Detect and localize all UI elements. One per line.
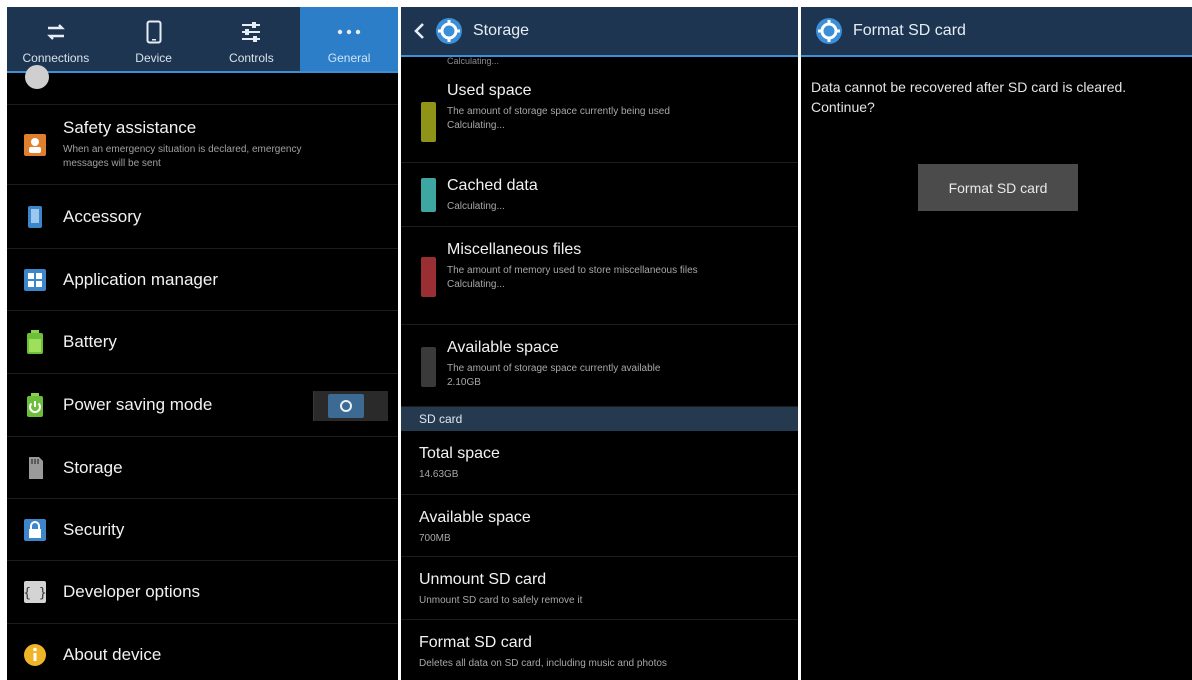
item-subtitle: When an emergency situation is declared,… xyxy=(63,144,302,169)
storage-item-used-space[interactable]: Used space The amount of storage space c… xyxy=(401,68,798,163)
accessory-icon xyxy=(28,205,42,228)
item-title: Accessory xyxy=(63,206,142,226)
settings-item-storage[interactable]: Storage xyxy=(7,437,398,499)
tab-label: Connections xyxy=(22,51,90,65)
item-title: Format SD card xyxy=(419,634,532,651)
safety-assistance-icon xyxy=(24,133,46,156)
tab-label: General xyxy=(327,51,371,65)
settings-item-application-manager[interactable]: Application manager xyxy=(7,249,398,311)
general-settings-list: Safety assistance When an emergency situ… xyxy=(7,65,398,680)
back-chevron-icon xyxy=(414,23,424,39)
item-title: Battery xyxy=(63,332,117,351)
partial-item-icon xyxy=(25,65,49,89)
item-subtitle: The amount of storage space currently be… xyxy=(447,106,670,117)
item-title: Developer options xyxy=(63,582,201,601)
storage-icon xyxy=(29,456,43,479)
item-title: Power saving mode xyxy=(63,395,213,414)
item-value: Calculating... xyxy=(447,120,505,131)
item-title: Miscellaneous files xyxy=(447,241,582,258)
item-value: 2.10GB xyxy=(447,377,481,388)
settings-item-battery[interactable]: Battery xyxy=(7,311,398,374)
item-title: Application manager xyxy=(63,269,218,289)
sd-item-total-space[interactable]: Total space 14.63GB xyxy=(401,431,798,495)
item-title: Available space xyxy=(419,509,531,526)
item-title: Total space xyxy=(419,445,500,462)
controls-sliders-icon xyxy=(240,19,262,45)
item-title: Unmount SD card xyxy=(419,571,547,588)
item-title: Used space xyxy=(447,82,532,99)
developer-options-icon: { } xyxy=(23,581,47,603)
page-title: Format SD card xyxy=(853,22,966,39)
item-value: Unmount SD card to safely remove it xyxy=(419,595,583,606)
security-lock-icon xyxy=(24,518,46,541)
item-value: Calculating... xyxy=(447,279,505,290)
format-header: Format SD card xyxy=(801,7,1192,57)
page-title: Storage xyxy=(473,22,530,39)
storage-item-cached-data[interactable]: Cached data Calculating... xyxy=(401,163,798,227)
format-sd-card-button[interactable]: Format SD card xyxy=(918,164,1078,211)
settings-gear-icon[interactable] xyxy=(815,17,843,45)
misc-files-color-swatch xyxy=(421,257,436,297)
settings-item-safety-assistance[interactable]: Safety assistance When an emergency situ… xyxy=(7,105,398,185)
settings-gear-icon xyxy=(436,18,462,44)
item-title: Storage xyxy=(63,457,123,477)
storage-panel: Storage Calculating... Used space The am… xyxy=(401,7,798,680)
battery-icon xyxy=(27,330,43,354)
item-title: Available space xyxy=(447,339,559,356)
item-value: Deletes all data on SD card, including m… xyxy=(419,658,667,669)
format-warning-message: Data cannot be recovered after SD card i… xyxy=(811,79,1127,115)
storage-header: Storage xyxy=(401,7,798,57)
storage-item-available-space[interactable]: Available space The amount of storage sp… xyxy=(401,325,798,407)
item-title: Cached data xyxy=(447,177,538,194)
storage-item-miscellaneous-files[interactable]: Miscellaneous files The amount of memory… xyxy=(401,227,798,325)
connections-arrows-icon xyxy=(44,19,68,45)
power-saving-icon xyxy=(27,393,43,417)
settings-item-accessory[interactable]: Accessory xyxy=(7,185,398,249)
power-saving-toggle[interactable] xyxy=(313,391,388,421)
item-subtitle: The amount of memory used to store misce… xyxy=(447,265,698,276)
item-subtitle: The amount of storage space currently av… xyxy=(447,363,661,374)
item-value: 14.63GB xyxy=(419,469,459,480)
settings-item-security[interactable]: Security xyxy=(7,499,398,561)
available-space-color-swatch xyxy=(421,347,436,387)
device-phone-icon xyxy=(146,19,162,45)
back-button[interactable] xyxy=(401,17,473,45)
tab-controls[interactable]: Controls xyxy=(203,7,301,71)
settings-general-panel: Connections Device Controls General Safe… xyxy=(7,7,398,680)
svg-text:{ }: { } xyxy=(23,586,46,601)
item-title: Safety assistance xyxy=(63,118,197,137)
cached-data-color-swatch xyxy=(421,178,436,212)
more-dots-icon xyxy=(337,19,361,45)
toggle-knob xyxy=(328,394,364,418)
used-space-color-swatch xyxy=(421,102,436,142)
tab-connections[interactable]: Connections xyxy=(7,7,105,71)
tab-label: Controls xyxy=(229,51,274,65)
settings-item-about-device[interactable]: About device xyxy=(7,624,398,680)
partial-calculating-text: Calculating... xyxy=(447,57,500,66)
settings-item-power-saving-mode[interactable]: Power saving mode xyxy=(7,374,398,437)
tab-device[interactable]: Device xyxy=(105,7,203,71)
settings-tab-bar: Connections Device Controls General xyxy=(7,7,398,73)
sd-card-section-header: SD card xyxy=(401,407,798,431)
sd-item-format-sd-card[interactable]: Format SD card Deletes all data on SD ca… xyxy=(401,620,798,680)
item-value: 700MB xyxy=(419,533,451,544)
item-title: Security xyxy=(63,519,125,539)
item-value: Calculating... xyxy=(447,201,505,212)
item-title: About device xyxy=(63,644,162,664)
tab-label: Device xyxy=(135,51,172,65)
settings-item-developer-options[interactable]: { } Developer options xyxy=(7,561,398,624)
format-sd-card-panel: Format SD card Data cannot be recovered … xyxy=(801,7,1192,680)
about-device-icon xyxy=(24,643,46,666)
tab-general[interactable]: General xyxy=(300,7,398,71)
sd-item-available-space[interactable]: Available space 700MB xyxy=(401,495,798,557)
sd-item-unmount-sd-card[interactable]: Unmount SD card Unmount SD card to safel… xyxy=(401,557,798,620)
application-manager-icon xyxy=(24,268,46,291)
list-item-partial[interactable] xyxy=(7,65,398,105)
